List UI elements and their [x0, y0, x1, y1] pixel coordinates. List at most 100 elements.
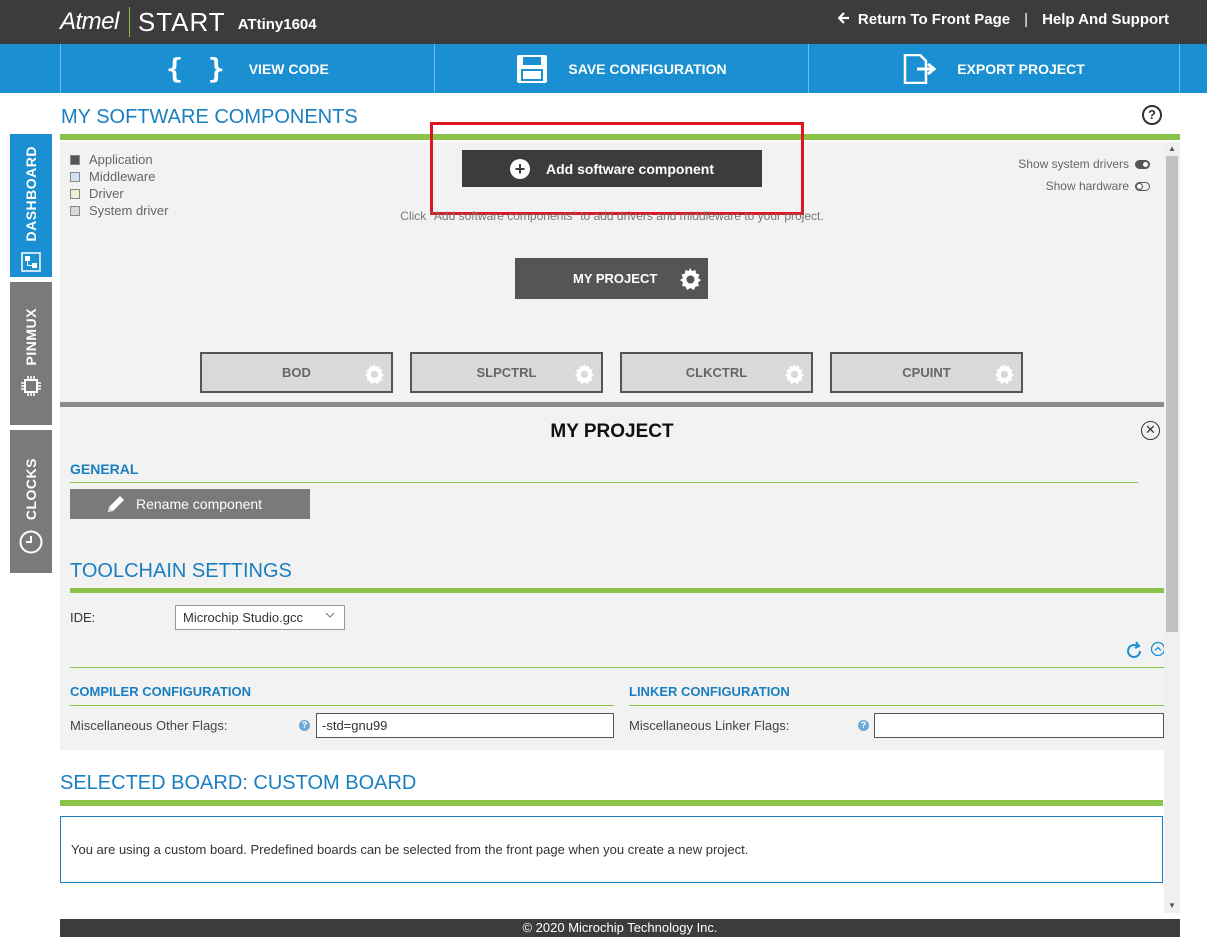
- brand-separator: [128, 7, 130, 37]
- legend-item-driver: Driver: [70, 185, 168, 202]
- tab-dashboard-label: DASHBOARD: [23, 146, 39, 242]
- legend-swatch: [70, 171, 80, 182]
- header-link-divider: |: [1024, 11, 1029, 28]
- product-name: START: [137, 6, 226, 37]
- toggle-label: Show hardware: [1045, 179, 1129, 193]
- legend-label: Application: [89, 152, 153, 167]
- add-component-hint: Click "Add software components" to add d…: [400, 209, 824, 223]
- scroll-down-arrow-icon[interactable]: ▼: [1164, 899, 1180, 913]
- general-divider: [70, 482, 1138, 483]
- view-code-button[interactable]: { } VIEW CODE: [60, 44, 434, 93]
- component-slpctrl[interactable]: SLPCTRL: [410, 352, 603, 393]
- legend-swatch: [70, 205, 80, 216]
- legend-label: System driver: [89, 203, 169, 218]
- return-front-page-label: Return To Front Page: [857, 11, 1011, 28]
- footer: © 2020 Microchip Technology Inc.: [60, 919, 1180, 937]
- header-links: Return To Front Page | Help And Support: [837, 11, 1169, 28]
- code-braces-icon: { }: [166, 52, 229, 85]
- compiler-configuration-title: COMPILER CONFIGURATION: [70, 684, 252, 699]
- pencil-icon: [106, 494, 126, 514]
- device-name: ATtiny1604: [237, 15, 317, 33]
- scroll-up-arrow-icon[interactable]: ▲: [1164, 142, 1180, 156]
- clock-icon: [19, 530, 43, 559]
- gear-icon[interactable]: [783, 363, 805, 388]
- linker-configuration-title: LINKER CONFIGURATION: [629, 684, 790, 699]
- ide-select[interactable]: Microchip Studio.gcc: [175, 605, 345, 630]
- export-file-icon: [903, 53, 937, 84]
- gear-icon[interactable]: [573, 363, 595, 388]
- software-components-title: MY SOFTWARE COMPONENTS: [61, 106, 358, 128]
- component-bod[interactable]: BOD: [200, 352, 393, 393]
- collapse-up-icon[interactable]: [1150, 641, 1166, 666]
- legend-swatch: [70, 154, 80, 165]
- view-code-label: VIEW CODE: [248, 60, 329, 77]
- selected-board-title: SELECTED BOARD: CUSTOM BOARD: [60, 772, 417, 794]
- dashboard-icon: [21, 251, 41, 277]
- copyright-text: © 2020 Microchip Technology Inc.: [522, 920, 718, 935]
- toolchain-actions: [1124, 641, 1166, 666]
- toggle-switch-icon[interactable]: [1135, 181, 1150, 191]
- help-support-link[interactable]: Help And Support: [1042, 11, 1169, 28]
- compiler-divider: [70, 705, 614, 706]
- compiler-flags-label: Miscellaneous Other Flags:: [70, 718, 228, 733]
- toggle-switch-icon[interactable]: [1135, 159, 1150, 169]
- save-configuration-button[interactable]: SAVE CONFIGURATION: [434, 44, 808, 93]
- component-legend: Application Middleware Driver System dri…: [70, 151, 168, 219]
- component-clkctrl[interactable]: CLKCTRL: [620, 352, 813, 393]
- highlight-box: [430, 122, 804, 215]
- return-front-page-link[interactable]: Return To Front Page: [837, 11, 1011, 28]
- rename-component-label: Rename component: [136, 496, 263, 512]
- linker-divider: [629, 705, 1164, 706]
- toggle-show-system-drivers[interactable]: Show system drivers: [1018, 153, 1150, 175]
- chevron-down-icon: [325, 611, 335, 622]
- component-label: CLKCTRL: [685, 365, 748, 380]
- gear-icon[interactable]: [678, 267, 702, 294]
- component-label: CPUINT: [902, 365, 951, 380]
- general-title: GENERAL: [70, 461, 139, 477]
- component-label: BOD: [282, 365, 311, 380]
- help-icon[interactable]: ?: [1142, 105, 1162, 125]
- export-project-button[interactable]: EXPORT PROJECT: [808, 44, 1180, 93]
- ide-select-value: Microchip Studio.gcc: [183, 610, 303, 625]
- legend-item-system-driver: System driver: [70, 202, 168, 219]
- linker-flags-label: Miscellaneous Linker Flags:: [629, 718, 790, 733]
- ide-label: IDE:: [70, 610, 96, 625]
- component-cpuint[interactable]: CPUINT: [830, 352, 1023, 393]
- scrollbar-thumb[interactable]: [1166, 156, 1178, 632]
- toggle-show-hardware[interactable]: Show hardware: [1018, 175, 1150, 197]
- my-project-node[interactable]: MY PROJECT: [515, 258, 708, 299]
- main-toolbar: { } VIEW CODE SAVE CONFIGURATION EXPORT …: [0, 44, 1207, 93]
- rename-component-button[interactable]: Rename component: [70, 489, 310, 519]
- board-message: You are using a custom board. Predefined…: [71, 842, 749, 857]
- help-question-icon[interactable]: ?: [299, 720, 310, 731]
- compiler-flags-input[interactable]: -std=gnu99: [316, 713, 614, 738]
- help-question-icon[interactable]: ?: [858, 720, 869, 731]
- linker-flags-input[interactable]: [874, 713, 1164, 738]
- brand-name: Atmel: [60, 8, 119, 35]
- my-project-node-label: MY PROJECT: [573, 271, 658, 286]
- tab-clocks[interactable]: CLOCKS: [10, 430, 52, 573]
- tab-clocks-label: CLOCKS: [23, 458, 39, 521]
- export-project-label: EXPORT PROJECT: [957, 60, 1085, 77]
- component-label: SLPCTRL: [476, 365, 537, 380]
- refresh-icon[interactable]: [1124, 641, 1144, 666]
- page-scrollbar[interactable]: ▲ ▼: [1164, 142, 1180, 913]
- toolchain-divider: [70, 588, 1164, 593]
- top-header: Atmel START ATtiny1604 Return To Front P…: [0, 0, 1207, 44]
- gear-icon[interactable]: [363, 363, 385, 388]
- panel-title: MY PROJECT: [550, 421, 674, 442]
- tab-pinmux[interactable]: PINMUX: [10, 282, 52, 425]
- legend-label: Middleware: [89, 169, 156, 184]
- legend-label: Driver: [89, 186, 124, 201]
- gear-icon[interactable]: [993, 363, 1015, 388]
- board-info-box: You are using a custom board. Predefined…: [60, 816, 1163, 883]
- config-divider: [70, 667, 1164, 668]
- arrow-left-icon: [837, 11, 854, 28]
- floppy-disk-icon: [516, 54, 548, 84]
- tab-dashboard[interactable]: DASHBOARD: [10, 134, 52, 277]
- chip-icon: [20, 375, 42, 402]
- board-divider: [60, 800, 1163, 806]
- close-icon[interactable]: ✕: [1141, 421, 1160, 440]
- legend-item-application: Application: [70, 151, 168, 168]
- view-toggles: Show system drivers Show hardware: [1018, 153, 1150, 197]
